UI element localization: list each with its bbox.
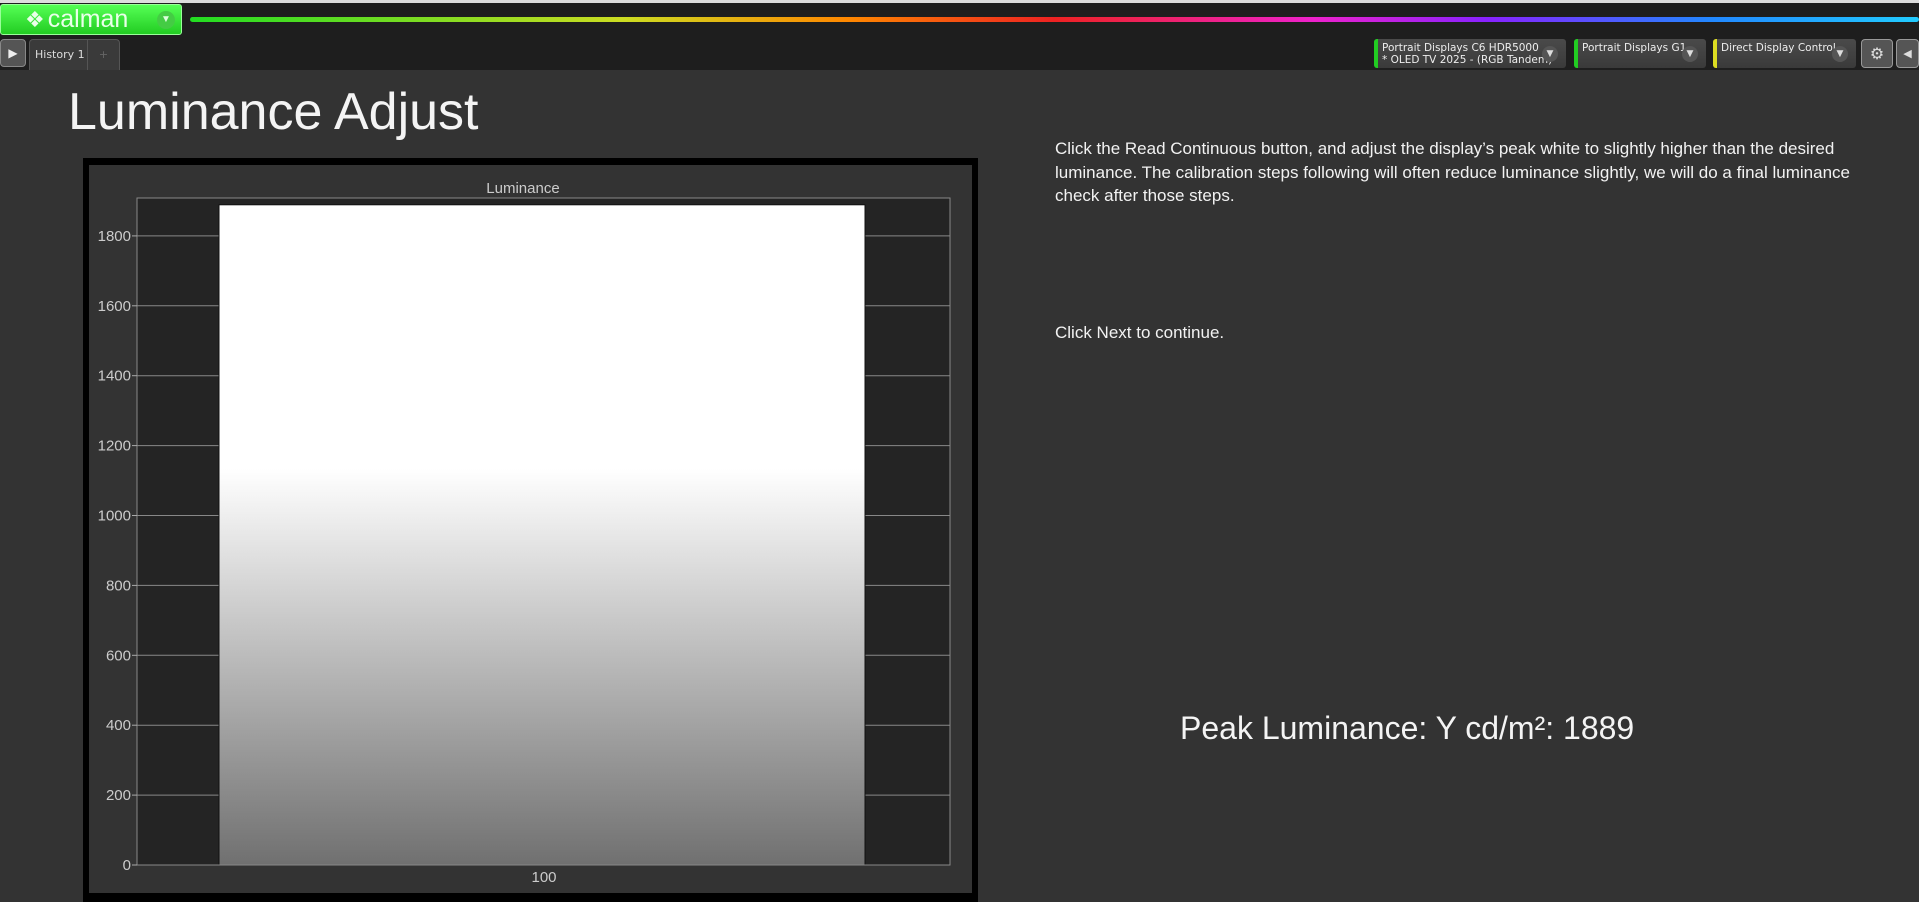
y-tick-label: 1600 — [98, 298, 131, 315]
next-instruction: Click Next to continue. — [1055, 323, 1225, 342]
luminance-bar — [218, 204, 866, 866]
chart-title: Luminance — [486, 180, 559, 197]
peak-luminance-readout: Peak Luminance: Y cd/m²: 1889 — [1180, 710, 1635, 746]
y-tick-label: 0 — [123, 857, 131, 874]
instructions-text: Click the Read Continuous button, and ad… — [1055, 139, 1850, 205]
y-tick-label: 1400 — [98, 368, 131, 385]
y-tick-label: 600 — [106, 647, 131, 664]
y-tick-label: 1800 — [98, 228, 131, 245]
x-tick-label: 100 — [531, 869, 556, 886]
luminance-chart: Luminance 0 200 400 600 800 1000 1200 1400 1600 1… — [98, 180, 951, 886]
y-tick-label: 1000 — [98, 508, 131, 525]
y-tick-label: 800 — [106, 577, 131, 594]
y-tick-label: 200 — [106, 787, 131, 804]
y-tick-label: 400 — [106, 717, 131, 734]
y-tick-label: 1200 — [98, 438, 131, 455]
